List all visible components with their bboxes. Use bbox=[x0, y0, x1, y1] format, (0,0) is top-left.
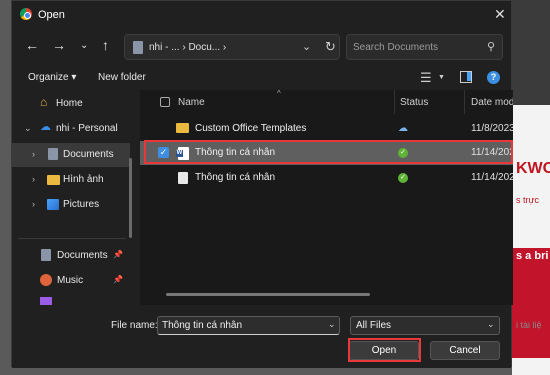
view-options-icon[interactable]: ☰ bbox=[420, 70, 432, 86]
search-input[interactable]: Search Documents ⚲ bbox=[346, 34, 503, 60]
background-text: i tài liệ bbox=[516, 320, 542, 330]
sidebar-item-label: nhi - Personal bbox=[56, 123, 118, 134]
sort-ascending-icon: ^ bbox=[277, 90, 281, 98]
navigation-bar: ← → ⌄ ↑ nhi - ... › Docu... › ⌄ ↻ Search… bbox=[12, 28, 511, 68]
help-icon[interactable]: ? bbox=[487, 71, 500, 84]
file-date: 11/14/2023 bbox=[471, 172, 513, 183]
file-name-value[interactable]: Thông tin cá nhân bbox=[162, 320, 242, 331]
sidebar-item-pictures[interactable]: › Pictures bbox=[12, 193, 130, 217]
chevron-down-icon[interactable]: ▼ bbox=[438, 74, 445, 81]
sidebar-item-hinh-anh[interactable]: › Hình ảnh bbox=[12, 168, 130, 192]
file-row[interactable]: Thông tin cá nhân ✓ 11/14/2023 bbox=[140, 166, 513, 190]
sidebar-item-label: Documents bbox=[63, 149, 114, 160]
background-banner bbox=[512, 248, 550, 358]
videos-icon[interactable] bbox=[40, 297, 52, 305]
forward-button[interactable]: → bbox=[52, 37, 66, 53]
home-icon: ⌂ bbox=[40, 95, 48, 109]
background-text: s trực bbox=[516, 195, 540, 205]
background-header bbox=[512, 0, 550, 105]
documents-icon bbox=[133, 41, 143, 54]
folder-icon bbox=[47, 175, 60, 185]
file-name-input[interactable]: Thông tin cá nhân ⌄ bbox=[157, 316, 340, 335]
new-folder-button[interactable]: New folder bbox=[98, 72, 146, 83]
file-date: 11/8/2023 3: bbox=[471, 123, 513, 134]
background-web-page: KWO s trực s a bri i tài liệ bbox=[512, 0, 550, 375]
preview-pane-icon[interactable] bbox=[460, 71, 472, 83]
highlight-box bbox=[144, 140, 513, 164]
sidebar-item-label: Home bbox=[56, 98, 83, 109]
pin-icon[interactable]: 📌 bbox=[113, 250, 123, 259]
chevron-down-icon[interactable]: ⌄ bbox=[328, 319, 336, 330]
sidebar-item-label: Documents bbox=[57, 250, 108, 261]
column-status[interactable]: Status bbox=[400, 97, 428, 108]
file-name: Thông tin cá nhân bbox=[195, 172, 276, 183]
folder-icon bbox=[176, 123, 189, 133]
documents-icon bbox=[41, 249, 51, 261]
dialog-footer: File name: Thông tin cá nhân ⌄ All Files… bbox=[12, 305, 511, 368]
file-type-select[interactable]: All Files ⌄ bbox=[350, 316, 500, 335]
navigation-pane: ⌂ Home ⌄ ☁ nhi - Personal › Documents › … bbox=[12, 90, 137, 305]
onedrive-cloud-icon: ☁ bbox=[40, 121, 51, 133]
file-list: ^ Name Status Date modifie Custom Office… bbox=[140, 90, 513, 305]
synced-check-icon: ✓ bbox=[398, 173, 408, 183]
title-bar: Open ✕ bbox=[12, 1, 511, 28]
back-button[interactable]: ← bbox=[25, 37, 39, 53]
cancel-button[interactable]: Cancel bbox=[430, 341, 500, 360]
sidebar-item-documents[interactable]: › Documents bbox=[12, 143, 130, 167]
file-name: Custom Office Templates bbox=[195, 123, 307, 134]
column-separator[interactable] bbox=[464, 90, 465, 114]
sidebar-item-music[interactable]: Music 📌 bbox=[12, 269, 130, 293]
scrollbar[interactable] bbox=[129, 158, 132, 238]
up-button[interactable]: ↑ bbox=[102, 37, 109, 53]
select-all-checkbox[interactable] bbox=[160, 97, 170, 107]
search-placeholder: Search Documents bbox=[353, 42, 439, 53]
pin-icon[interactable]: 📌 bbox=[113, 275, 123, 284]
sidebar-item-documents-quick[interactable]: Documents 📌 bbox=[12, 244, 130, 268]
sidebar-item-label: Pictures bbox=[63, 199, 100, 210]
background-text: s a bri bbox=[516, 250, 549, 262]
close-button[interactable]: ✕ bbox=[494, 6, 506, 23]
command-bar: Organize ▾ New folder ☰ ▼ ? bbox=[12, 68, 511, 90]
open-file-dialog: Open ✕ ← → ⌄ ↑ nhi - ... › Docu... › ⌄ ↻… bbox=[11, 0, 513, 368]
recent-locations-button[interactable]: ⌄ bbox=[80, 40, 88, 51]
horizontal-scrollbar[interactable] bbox=[166, 293, 370, 296]
breadcrumb[interactable]: nhi - ... › Docu... › bbox=[149, 42, 226, 53]
cloud-icon: ☁ bbox=[398, 123, 408, 134]
column-date[interactable]: Date modifie bbox=[471, 97, 513, 108]
divider bbox=[18, 238, 126, 239]
chevron-right-icon[interactable]: › bbox=[32, 199, 35, 209]
sidebar-item-label: Hình ảnh bbox=[63, 174, 104, 185]
chevron-down-icon[interactable]: ⌄ bbox=[24, 123, 32, 134]
pictures-icon bbox=[47, 199, 59, 210]
sidebar-item-home[interactable]: ⌂ Home bbox=[12, 92, 130, 116]
sidebar-item-onedrive[interactable]: ⌄ ☁ nhi - Personal bbox=[12, 117, 130, 141]
music-icon bbox=[40, 274, 52, 286]
dialog-title: Open bbox=[38, 9, 65, 21]
background-text: KWO bbox=[516, 160, 550, 177]
file-row[interactable]: Custom Office Templates ☁ 11/8/2023 3: bbox=[140, 117, 513, 141]
sidebar-item-label: Music bbox=[57, 275, 84, 286]
chevron-down-icon[interactable]: ⌄ bbox=[302, 40, 311, 53]
chevron-right-icon[interactable]: › bbox=[32, 149, 35, 159]
file-type-value: All Files bbox=[356, 320, 392, 331]
highlight-box bbox=[348, 338, 421, 362]
column-name[interactable]: Name bbox=[178, 97, 205, 108]
refresh-icon[interactable]: ↻ bbox=[325, 39, 336, 55]
column-header: ^ Name Status Date modifie bbox=[140, 90, 513, 114]
document-icon bbox=[178, 172, 188, 184]
chrome-icon bbox=[20, 8, 32, 20]
documents-icon bbox=[48, 148, 58, 160]
chevron-down-icon[interactable]: ⌄ bbox=[487, 319, 495, 330]
search-icon[interactable]: ⚲ bbox=[487, 40, 495, 53]
address-bar[interactable]: nhi - ... › Docu... › ⌄ ↻ bbox=[124, 34, 340, 60]
organize-button[interactable]: Organize ▾ bbox=[28, 72, 76, 83]
chevron-right-icon[interactable]: › bbox=[32, 174, 35, 184]
file-name-label: File name: bbox=[111, 320, 158, 331]
column-separator[interactable] bbox=[394, 90, 395, 114]
